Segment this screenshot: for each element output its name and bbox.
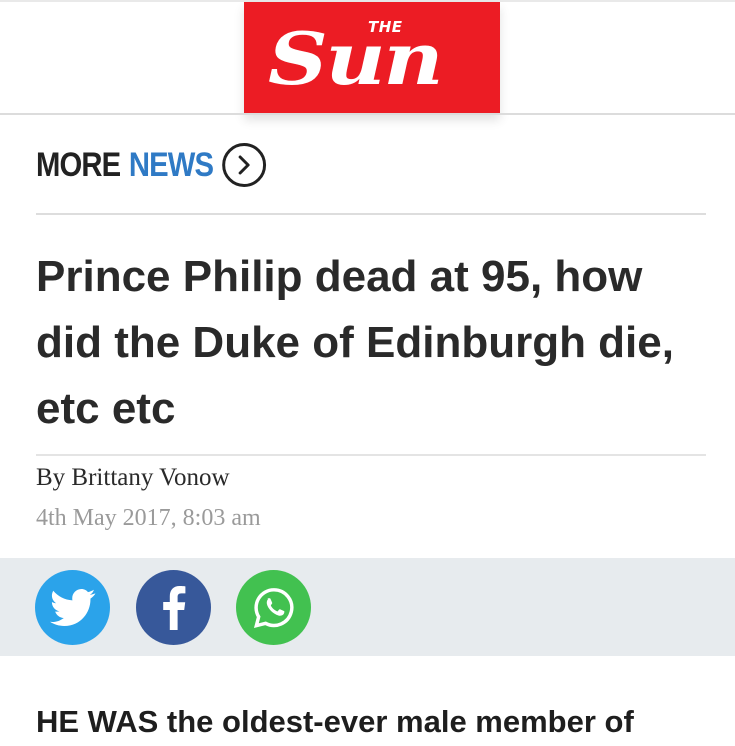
share-twitter-button[interactable] [35,570,110,645]
headline-divider [36,454,706,456]
article-headline: Prince Philip dead at 95, how did the Du… [36,252,674,433]
whatsapp-icon [253,587,294,628]
article-date: 4th May 2017, 8:03 am [36,505,261,531]
share-whatsapp-button[interactable] [236,570,311,645]
chevron-right-icon [238,155,250,175]
twitter-icon [49,588,95,626]
section-divider [36,213,706,215]
header-divider [0,113,735,115]
logo-sun-text: Sun [268,16,444,101]
article-lede: HE WAS the oldest-ever male member of [36,704,634,739]
more-label: MORE [36,145,121,184]
chevron-right-circle-icon[interactable] [222,143,267,187]
more-news-link[interactable]: MORE NEWS [36,143,267,187]
news-label: NEWS [128,145,214,184]
article-byline[interactable]: By Brittany Vonow [36,464,230,492]
share-bar [0,558,735,656]
facebook-icon [162,585,185,630]
share-facebook-button[interactable] [136,570,211,645]
the-sun-logo[interactable]: THE Sun [244,2,500,114]
